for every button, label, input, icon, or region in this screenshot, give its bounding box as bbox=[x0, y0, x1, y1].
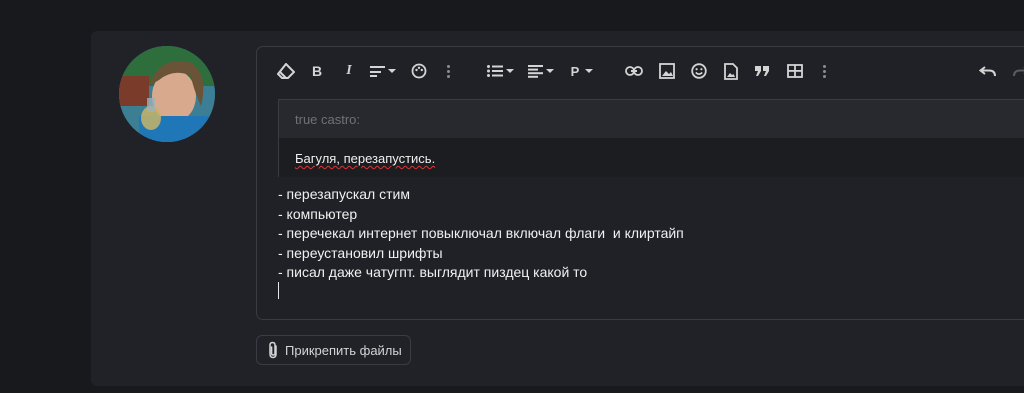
more-icon[interactable] bbox=[821, 60, 827, 82]
message-line: - перечекал интернет повыключал включал … bbox=[278, 225, 684, 241]
alignment-dropdown[interactable] bbox=[526, 60, 556, 82]
quote-text-value: Багуля, перезапустись. bbox=[295, 151, 436, 166]
quote-icon[interactable] bbox=[753, 60, 771, 82]
list-dropdown[interactable] bbox=[485, 60, 515, 82]
avatar[interactable] bbox=[119, 46, 215, 142]
file-icon[interactable] bbox=[723, 60, 739, 82]
quote-body: Багуля, перезапустись. bbox=[279, 138, 1024, 177]
more-icon[interactable] bbox=[445, 60, 451, 82]
message-line: - перезапускал стим bbox=[278, 186, 410, 202]
indent-icon bbox=[528, 64, 543, 78]
message-line: - компьютер bbox=[278, 205, 358, 222]
chevron-down-icon bbox=[388, 69, 396, 73]
quote-author: true castro: bbox=[295, 112, 361, 127]
avatar-image bbox=[119, 46, 215, 142]
redo-icon[interactable] bbox=[1011, 60, 1024, 82]
table-icon[interactable] bbox=[786, 60, 804, 82]
paperclip-icon bbox=[269, 341, 277, 359]
undo-icon[interactable] bbox=[978, 60, 998, 82]
quote-text: Багуля, перезапустись. bbox=[295, 151, 435, 166]
bold-icon[interactable]: B bbox=[310, 60, 324, 82]
attach-files-label: Прикрепить файлы bbox=[285, 342, 402, 358]
text-align-dropdown[interactable] bbox=[368, 60, 398, 82]
chevron-down-icon bbox=[585, 69, 594, 73]
eraser-icon[interactable] bbox=[276, 60, 296, 82]
paragraph-icon: P bbox=[570, 63, 580, 79]
chevron-down-icon bbox=[546, 69, 554, 73]
emoji-icon[interactable] bbox=[690, 60, 708, 82]
message-line: - переустановил шрифты bbox=[278, 244, 443, 261]
message-editor[interactable]: B I P true castro: Багуля, перезапустись… bbox=[256, 46, 1024, 320]
attach-files-button[interactable]: Прикрепить файлы bbox=[256, 335, 411, 365]
text-cursor bbox=[278, 282, 279, 299]
italic-icon[interactable]: I bbox=[342, 60, 356, 82]
quote-block: true castro: Багуля, перезапустись. bbox=[278, 99, 1024, 177]
paragraph-dropdown[interactable]: P bbox=[569, 60, 595, 82]
chevron-down-icon bbox=[505, 69, 514, 73]
palette-icon[interactable] bbox=[410, 60, 428, 82]
message-text[interactable]: - перезапускал стим - компьютер - перече… bbox=[278, 185, 684, 283]
image-icon[interactable] bbox=[658, 60, 676, 82]
list-icon bbox=[486, 65, 503, 77]
message-line: - писал даже чатугпт. выглядит пиздец ка… bbox=[278, 264, 588, 280]
link-icon[interactable] bbox=[624, 60, 644, 82]
editor-toolbar: B I P bbox=[257, 47, 1024, 95]
align-icon bbox=[370, 66, 385, 77]
